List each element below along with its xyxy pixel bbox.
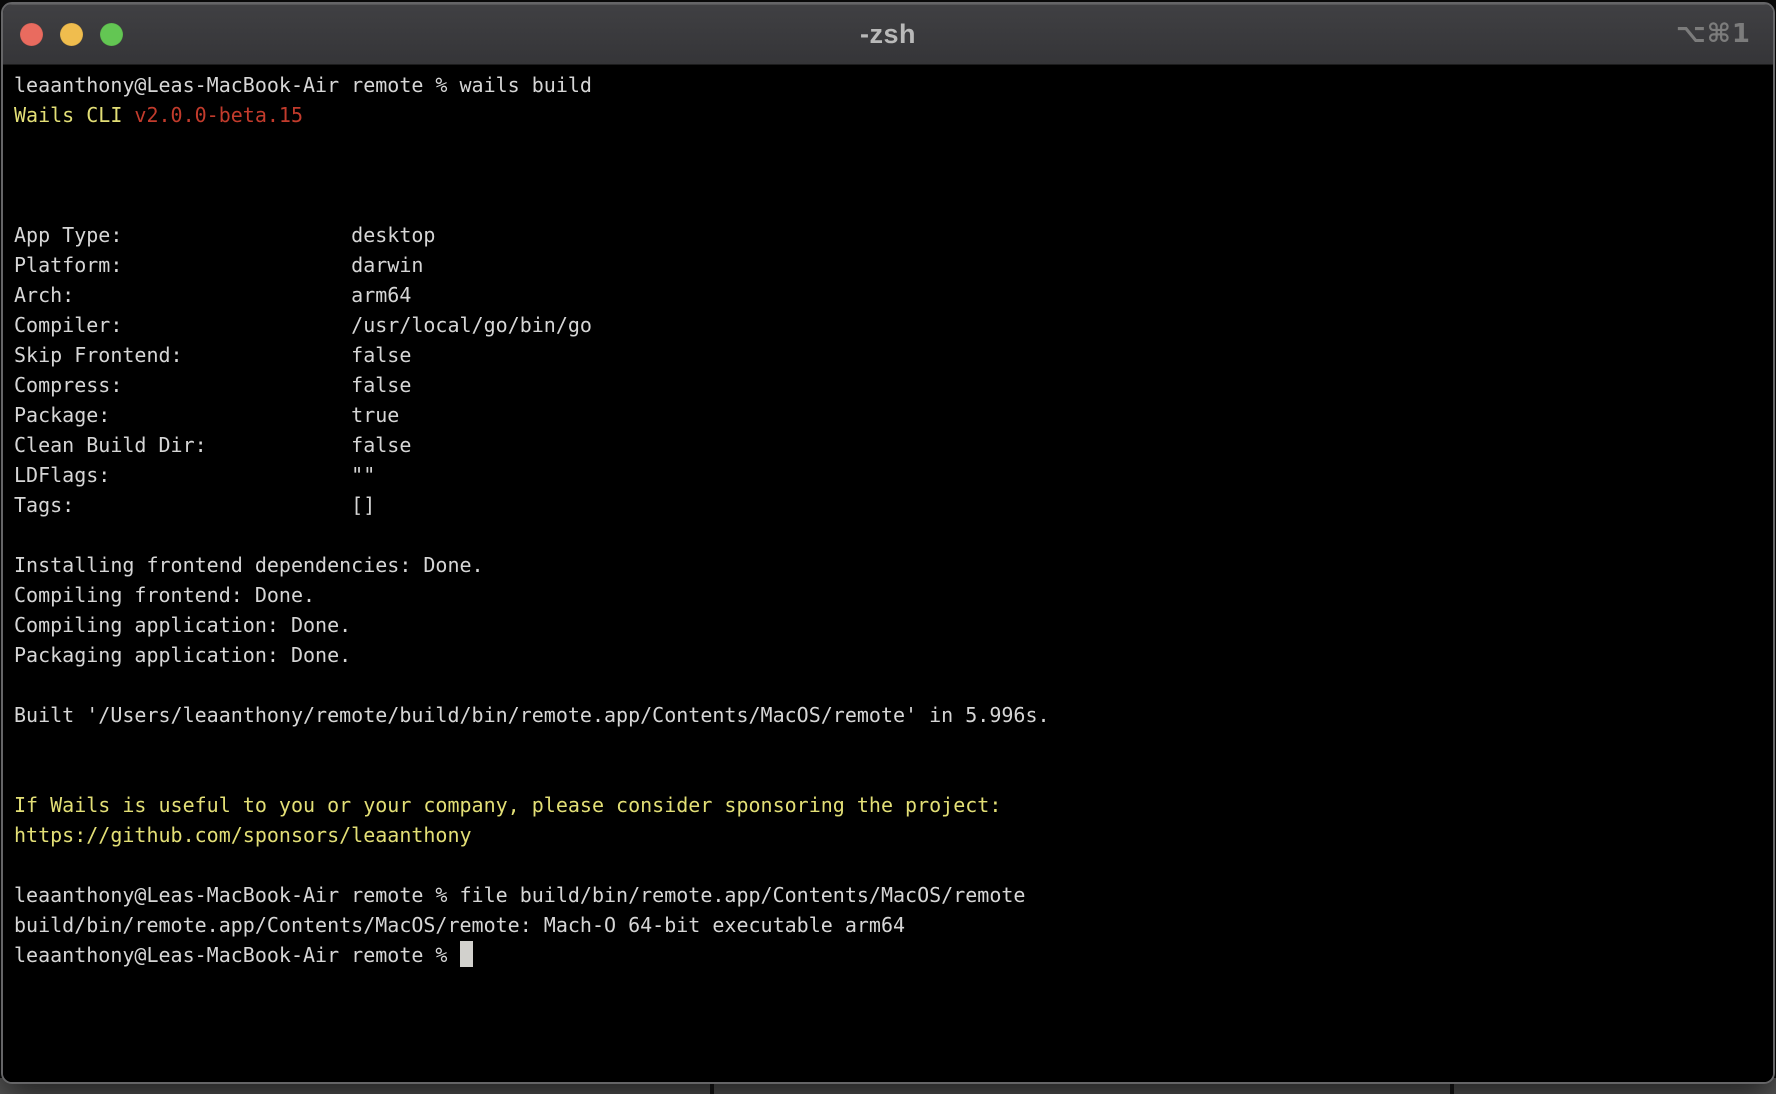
terminal-text: leaanthony@Leas-MacBook-Air remote % wai… <box>14 73 592 97</box>
terminal-text: Arch: arm64 <box>14 283 411 307</box>
terminal-line: Wails CLI v2.0.0-beta.15 <box>14 100 1765 130</box>
terminal-line: Compiler: /usr/local/go/bin/go <box>14 310 1765 340</box>
terminal-text: leaanthony@Leas-MacBook-Air remote % <box>14 943 460 967</box>
terminal-line <box>14 730 1765 760</box>
terminal-line <box>14 190 1765 220</box>
terminal-line: leaanthony@Leas-MacBook-Air remote % wai… <box>14 70 1765 100</box>
terminal-line: leaanthony@Leas-MacBook-Air remote % fil… <box>14 880 1765 910</box>
terminal-screen[interactable]: leaanthony@Leas-MacBook-Air remote % wai… <box>3 65 1773 1082</box>
terminal-line <box>14 850 1765 880</box>
terminal-text: Skip Frontend: false <box>14 343 411 367</box>
terminal-text[interactable]: https://github.com/sponsors/leaanthony <box>14 823 472 847</box>
terminal-text: LDFlags: "" <box>14 463 375 487</box>
terminal-line: Clean Build Dir: false <box>14 430 1765 460</box>
terminal-line: LDFlags: "" <box>14 460 1765 490</box>
desktop-background: -zsh ⌥⌘1 leaanthony@Leas-MacBook-Air rem… <box>0 0 1776 1094</box>
terminal-text: Packaging application: Done. <box>14 643 351 667</box>
terminal-text: Installing frontend dependencies: Done. <box>14 553 484 577</box>
cursor <box>460 941 473 967</box>
terminal-line: Platform: darwin <box>14 250 1765 280</box>
terminal-line: Package: true <box>14 400 1765 430</box>
terminal-text: build/bin/remote.app/Contents/MacOS/remo… <box>14 913 905 937</box>
terminal-text: Wails CLI <box>14 103 134 127</box>
terminal-text: Tags: [] <box>14 493 375 517</box>
terminal-text: v2.0.0-beta.15 <box>134 103 303 127</box>
window-title: -zsh <box>3 4 1773 64</box>
terminal-text: If Wails is useful to you or your compan… <box>14 793 1001 817</box>
terminal-window: -zsh ⌥⌘1 leaanthony@Leas-MacBook-Air rem… <box>1 2 1775 1084</box>
window-shortcut-badge: ⌥⌘1 <box>1676 4 1751 64</box>
terminal-text: leaanthony@Leas-MacBook-Air remote % fil… <box>14 883 1025 907</box>
terminal-line: Compiling frontend: Done. <box>14 580 1765 610</box>
terminal-text: Platform: darwin <box>14 253 423 277</box>
terminal-text: Clean Build Dir: false <box>14 433 411 457</box>
terminal-line: App Type: desktop <box>14 220 1765 250</box>
titlebar[interactable]: -zsh ⌥⌘1 <box>3 4 1773 65</box>
terminal-text: Compress: false <box>14 373 411 397</box>
terminal-line: Installing frontend dependencies: Done. <box>14 550 1765 580</box>
terminal-text: Built '/Users/leaanthony/remote/build/bi… <box>14 703 1050 727</box>
terminal-line <box>14 670 1765 700</box>
terminal-line: Compiling application: Done. <box>14 610 1765 640</box>
terminal-line <box>14 760 1765 790</box>
terminal-line <box>14 160 1765 190</box>
terminal-text: Package: true <box>14 403 399 427</box>
terminal-line: Tags: [] <box>14 490 1765 520</box>
terminal-line: build/bin/remote.app/Contents/MacOS/remo… <box>14 910 1765 940</box>
terminal-line: Arch: arm64 <box>14 280 1765 310</box>
terminal-text: App Type: desktop <box>14 223 435 247</box>
terminal-line: Compress: false <box>14 370 1765 400</box>
sponsor-url[interactable]: https://github.com/sponsors/leaanthony <box>14 820 1765 850</box>
terminal-text: Compiler: /usr/local/go/bin/go <box>14 313 592 337</box>
terminal-line: Skip Frontend: false <box>14 340 1765 370</box>
terminal-line <box>14 130 1765 160</box>
terminal-line: Built '/Users/leaanthony/remote/build/bi… <box>14 700 1765 730</box>
terminal-text: Compiling frontend: Done. <box>14 583 315 607</box>
terminal-line: If Wails is useful to you or your compan… <box>14 790 1765 820</box>
terminal-text: Compiling application: Done. <box>14 613 351 637</box>
terminal-line <box>14 520 1765 550</box>
terminal-line: Packaging application: Done. <box>14 640 1765 670</box>
prompt-line: leaanthony@Leas-MacBook-Air remote % <box>14 940 1765 970</box>
